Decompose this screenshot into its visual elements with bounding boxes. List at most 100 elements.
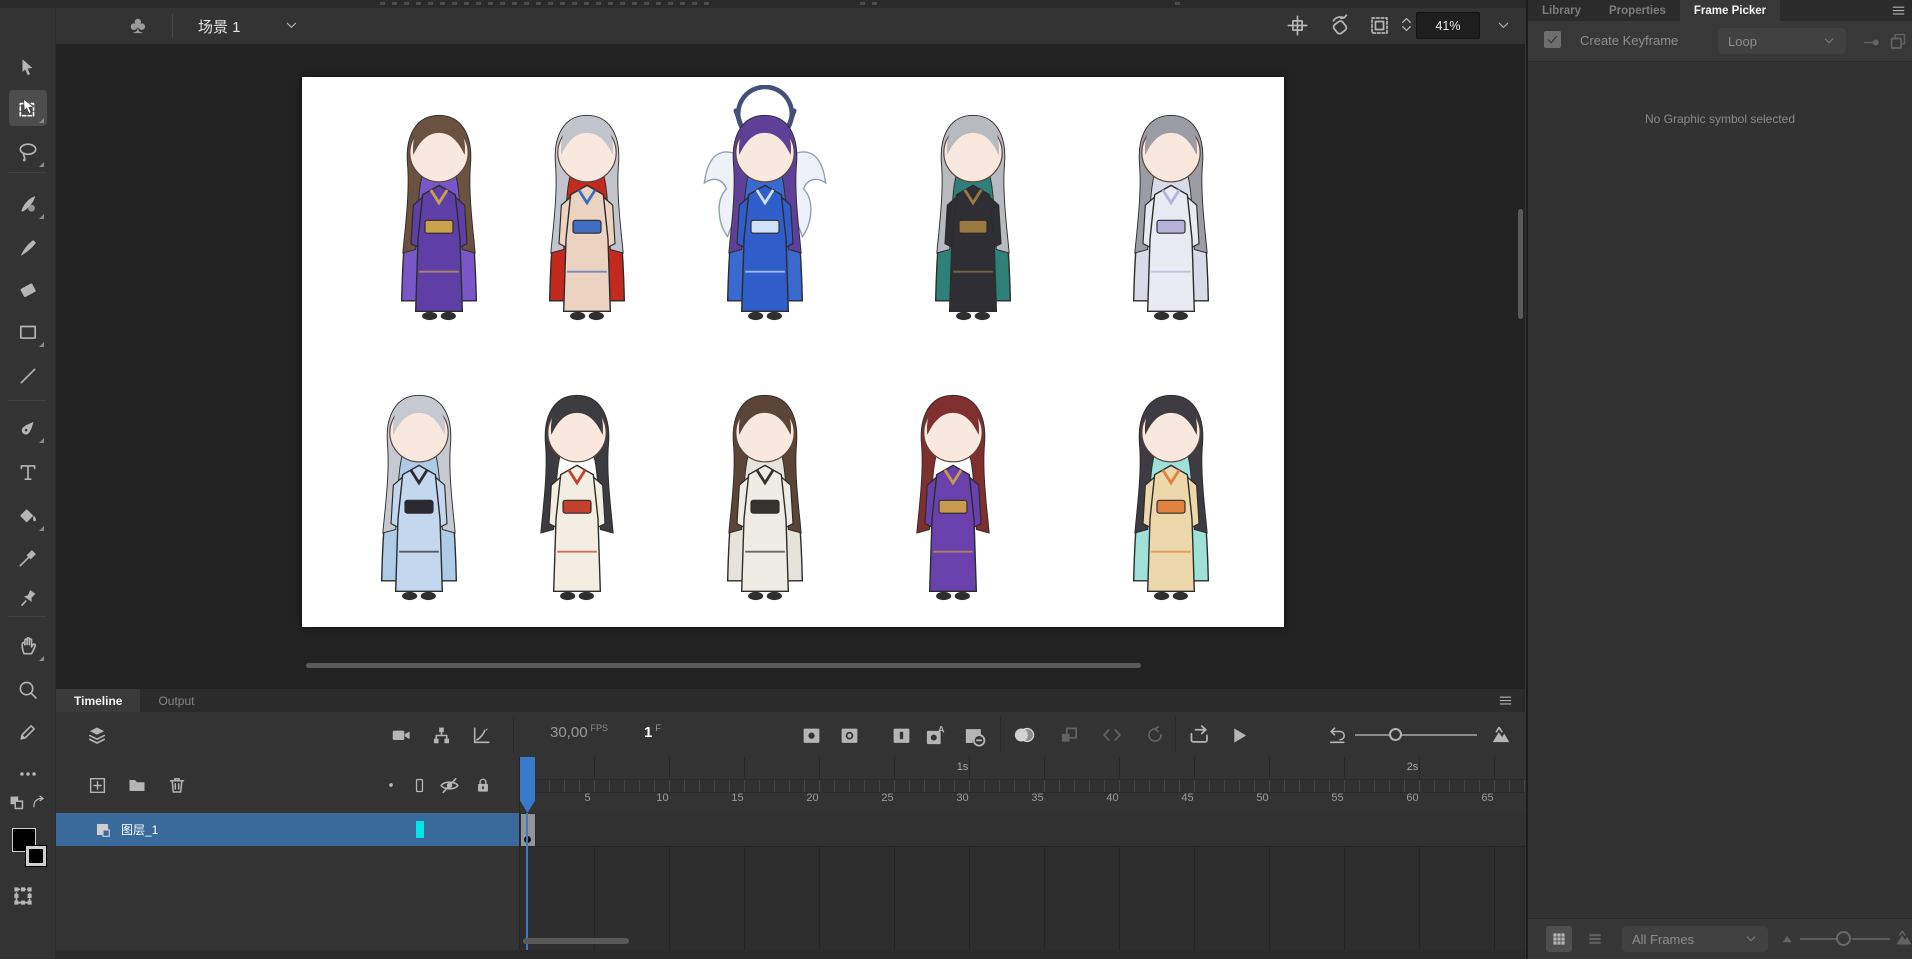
remove-frame-button[interactable] [961,722,987,748]
pencil-tool[interactable] [9,714,47,750]
paint-bucket-tool[interactable] [9,498,47,534]
scene-breadcrumb[interactable]: 场景 1 [198,16,241,37]
tab-frame-picker[interactable]: Frame Picker [1680,0,1780,21]
character-crimson-sorceress[interactable] [883,365,1023,610]
insert-blank-keyframe-button[interactable] [836,722,862,748]
delete-layer-button[interactable] [164,772,190,798]
panel-menu-icon[interactable] [1891,3,1906,18]
character-winged-seraph[interactable] [695,85,835,330]
thumbnail-size-slider-track[interactable] [1852,938,1890,940]
frames-filter-dropdown[interactable]: All Frames [1622,926,1768,952]
line-tool[interactable] [9,358,47,394]
character-blue-robe-maiden[interactable] [349,365,489,610]
character-celestial-dancer[interactable] [1101,365,1241,610]
clip-content-icon[interactable] [1368,14,1391,37]
timeline-zoom-slider-track[interactable] [1355,734,1477,736]
zoom-tool[interactable] [9,672,47,708]
highlight-layers-column-icon[interactable] [378,772,404,798]
thumbnail-size-slider-thumb[interactable] [1836,931,1851,946]
loop-range-button[interactable] [1142,722,1168,748]
eraser-tool[interactable] [9,272,47,308]
rectangle-tool[interactable] [9,314,47,350]
new-folder-button[interactable] [124,772,150,798]
loop-dropdown[interactable]: Loop [1718,28,1846,54]
tab-output[interactable]: Output [140,689,212,712]
rotate-stage-icon[interactable] [1328,13,1352,37]
duplicate-frames-icon[interactable] [1888,31,1908,51]
new-layer-button[interactable] [84,772,110,798]
frame-ruler[interactable]: 51015202530354045505560651s2s [520,757,1525,813]
reset-timeline-zoom-button[interactable] [1324,722,1350,748]
layer-outline-color-swatch[interactable] [416,821,424,838]
insert-keyframe-button[interactable] [798,722,824,748]
outline-layers-column-icon[interactable] [406,772,432,798]
frames-grid[interactable] [520,813,1525,959]
character-ponytail-swordswoman[interactable] [695,365,835,610]
play-button[interactable] [1226,722,1252,748]
move-keyframes-button[interactable] [1056,722,1082,748]
character-red-cape-warrior[interactable] [517,85,657,330]
hand-tool[interactable] [9,628,47,664]
swap-colors-icon[interactable] [8,794,25,811]
fluid-brush-tool[interactable] [9,186,47,222]
hide-layers-column-icon[interactable] [436,772,462,798]
canvas-vertical-scrollbar[interactable] [1518,209,1523,319]
timeline-horizontal-scrollbar[interactable] [523,938,629,944]
reset-colors-icon[interactable] [30,794,47,811]
keyframe-cell-frame-1[interactable] [520,813,536,847]
timeline-menu-icon[interactable] [1498,693,1513,708]
loop-playback-button[interactable] [1186,722,1212,748]
grid-view-button[interactable] [1546,926,1572,952]
zoom-stepper[interactable] [1398,16,1415,33]
center-stage-icon[interactable] [1286,14,1309,37]
stage[interactable] [302,77,1284,627]
zoom-dropdown-chevron-icon[interactable] [1496,18,1511,33]
lock-layers-column-icon[interactable] [470,772,496,798]
ruler-frame-number: 65 [1468,792,1508,804]
graph-editor-icon[interactable] [468,722,494,748]
classic-brush-tool[interactable] [9,230,47,266]
thumbnail-size-small-icon[interactable] [1780,931,1795,946]
thumbnail-size-slider-track[interactable] [1800,938,1836,940]
pen-tool[interactable] [9,410,47,446]
layer-frame-strip[interactable] [520,813,1525,847]
zoom-level-input[interactable]: 41% [1416,12,1480,39]
layer-name[interactable]: 图层_1 [121,821,158,838]
character-white-dress-maiden[interactable] [507,365,647,610]
symbol-clover-icon[interactable]: ♣ [130,12,146,40]
tab-properties[interactable]: Properties [1595,0,1680,21]
thumbnail-size-large-icon[interactable] [1894,928,1912,948]
canvas-horizontal-scrollbar[interactable] [306,663,1141,668]
more-tools[interactable] [9,756,47,792]
frames-pane[interactable]: 51015202530354045505560651s2s [520,757,1525,959]
character-teal-hooded-rogue[interactable] [903,85,1043,330]
camera-icon[interactable] [388,722,414,748]
scene-chevron-down-icon[interactable] [284,18,299,33]
pin-frames-icon[interactable] [1862,33,1881,52]
auto-keyframe-button[interactable]: A [922,722,948,748]
create-keyframe-checkbox[interactable] [1544,31,1561,48]
layer-view-icon[interactable] [84,722,110,748]
frame-rate-value[interactable]: 30,00FPS [550,723,608,741]
tab-library[interactable]: Library [1528,0,1595,21]
timeline-zoom-in-icon[interactable] [1488,722,1514,748]
free-transform-icon[interactable] [11,884,35,908]
character-silver-sage[interactable] [1101,85,1241,330]
text-tool[interactable] [9,454,47,490]
lasso-tool[interactable] [9,134,47,170]
list-view-button[interactable] [1582,926,1608,952]
layer-parenting-icon[interactable] [428,722,454,748]
insert-frame-button[interactable] [888,722,914,748]
tab-timeline[interactable]: Timeline [56,689,140,712]
character-purple-robed-noble[interactable] [369,85,509,330]
selection-tool[interactable] [9,50,47,86]
edit-multiple-frames-button[interactable] [1099,722,1125,748]
timeline-zoom-slider-thumb[interactable] [1389,728,1402,741]
onion-skin-button[interactable] [1011,722,1037,748]
stroke-color-swatch[interactable] [26,846,46,866]
eyedropper-tool[interactable] [9,540,47,576]
subselection-transform-tool[interactable] [9,90,47,126]
pin-tool[interactable] [9,580,47,616]
current-frame-value[interactable]: 1F [644,723,661,741]
layer-row[interactable]: 图层_1 [56,813,519,846]
